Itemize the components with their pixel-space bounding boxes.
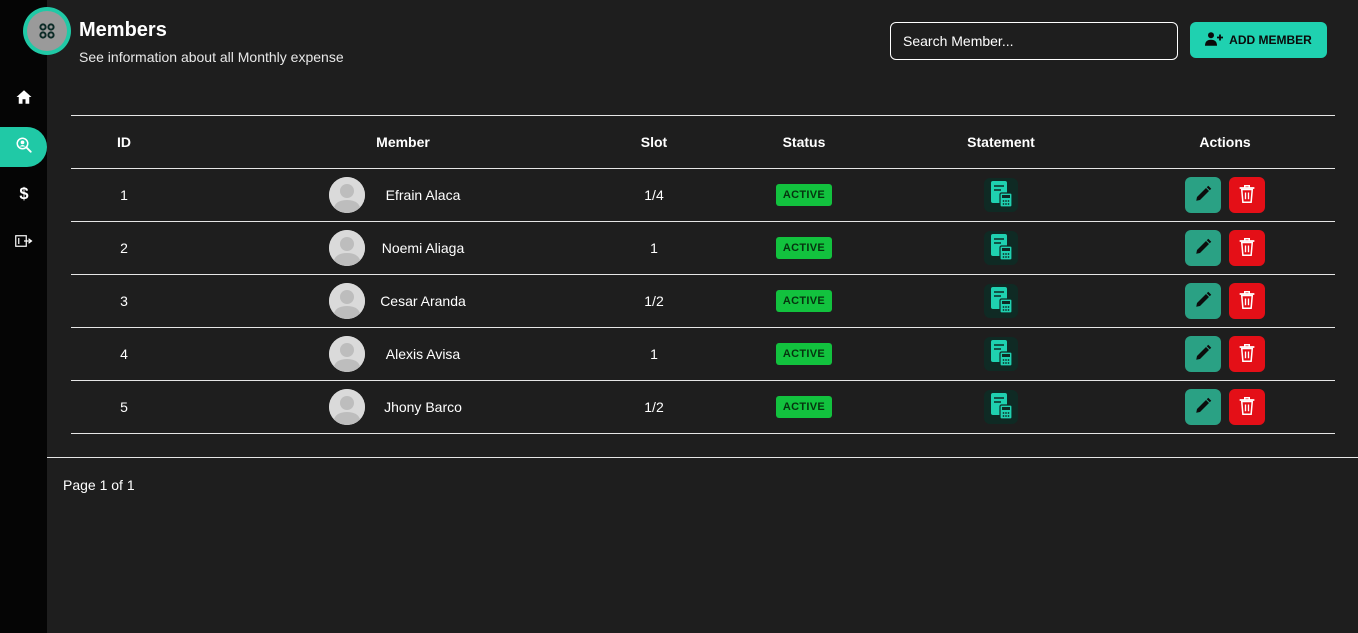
sidebar-item-members[interactable] <box>0 127 47 167</box>
member-id: 3 <box>120 293 128 309</box>
edit-button[interactable] <box>1185 230 1221 266</box>
column-header-status: Status <box>782 134 826 150</box>
member-name: Alexis Avisa <box>385 346 461 362</box>
pencil-icon <box>1194 291 1212 312</box>
member-name: Noemi Aliaga <box>381 240 465 256</box>
edit-button[interactable] <box>1185 283 1221 319</box>
status-badge: ACTIVE <box>775 343 833 365</box>
table-row: 3 Cesar Aranda 1/2 ACTIVE <box>71 275 1335 328</box>
table-row: 2 Noemi Aliaga 1 ACTIVE <box>71 222 1335 275</box>
table-row: 5 Jhony Barco 1/2 ACTIVE <box>71 381 1335 434</box>
edit-button[interactable] <box>1185 177 1221 213</box>
member-name: Jhony Barco <box>384 399 462 415</box>
status-badge: ACTIVE <box>775 184 833 206</box>
member-name: Efrain Alaca <box>385 187 461 203</box>
statement-calculator-icon <box>989 233 1013 264</box>
sidebar-item-home[interactable] <box>0 79 47 119</box>
statement-button[interactable] <box>984 284 1018 318</box>
pagination-label: Page 1 of 1 <box>63 477 135 493</box>
edit-button[interactable] <box>1185 389 1221 425</box>
trash-icon <box>1238 396 1256 419</box>
statement-calculator-icon <box>989 339 1013 370</box>
trash-icon <box>1238 184 1256 207</box>
dollar-icon: $ <box>15 183 33 208</box>
column-header-statement: Statement <box>967 134 1035 150</box>
avatar <box>329 283 365 319</box>
pencil-icon <box>1194 238 1212 259</box>
table-header-row: ID Member Slot Status Statement Actions <box>71 116 1335 169</box>
statement-calculator-icon <box>989 392 1013 423</box>
column-header-id: ID <box>117 134 131 150</box>
grid-icon <box>27 11 67 51</box>
member-id: 4 <box>120 346 128 362</box>
page-title: Members <box>79 19 167 41</box>
logout-icon <box>14 234 33 253</box>
status-badge: ACTIVE <box>775 396 833 418</box>
sidebar-item-expenses[interactable]: $ <box>0 175 47 215</box>
trash-icon <box>1238 290 1256 313</box>
member-slot: 1/2 <box>644 399 664 415</box>
delete-button[interactable] <box>1229 389 1265 425</box>
member-slot: 1 <box>650 240 658 256</box>
status-badge: ACTIVE <box>775 290 833 312</box>
column-header-member: Member <box>376 134 430 150</box>
avatar <box>329 230 365 266</box>
avatar <box>329 336 365 372</box>
statement-calculator-icon <box>989 286 1013 317</box>
add-member-button[interactable]: ADD MEMBER <box>1190 22 1327 58</box>
add-member-label: ADD MEMBER <box>1229 33 1312 47</box>
app-logo <box>23 7 71 55</box>
statement-button[interactable] <box>984 390 1018 424</box>
pencil-icon <box>1194 397 1212 418</box>
pencil-icon <box>1194 344 1212 365</box>
table-row: 4 Alexis Avisa 1 ACTIVE <box>71 328 1335 381</box>
member-id: 1 <box>120 187 128 203</box>
statement-button[interactable] <box>984 231 1018 265</box>
delete-button[interactable] <box>1229 283 1265 319</box>
table-row: 1 Efrain Alaca 1/4 ACTIVE <box>71 169 1335 222</box>
svg-text:$: $ <box>19 185 28 203</box>
column-header-slot: Slot <box>640 134 668 150</box>
page-subtitle: See information about all Monthly expens… <box>79 49 344 65</box>
avatar <box>329 177 365 213</box>
sidebar-item-logout[interactable] <box>0 223 47 263</box>
sidebar: $ <box>0 0 47 633</box>
column-header-actions: Actions <box>1199 134 1251 150</box>
trash-icon <box>1238 237 1256 260</box>
user-search-icon <box>15 136 33 159</box>
member-id: 2 <box>120 240 128 256</box>
member-slot: 1/4 <box>644 187 664 203</box>
status-badge: ACTIVE <box>775 237 833 259</box>
statement-button[interactable] <box>984 178 1018 212</box>
members-table: ID Member Slot Status Statement Actions … <box>71 115 1335 434</box>
add-user-icon <box>1205 31 1224 50</box>
member-id: 5 <box>120 399 128 415</box>
home-icon <box>15 88 33 111</box>
pencil-icon <box>1194 185 1212 206</box>
member-name: Cesar Aranda <box>380 293 466 309</box>
footer-divider <box>47 457 1358 458</box>
avatar <box>329 389 365 425</box>
delete-button[interactable] <box>1229 177 1265 213</box>
statement-button[interactable] <box>984 337 1018 371</box>
delete-button[interactable] <box>1229 230 1265 266</box>
member-slot: 1 <box>650 346 658 362</box>
edit-button[interactable] <box>1185 336 1221 372</box>
delete-button[interactable] <box>1229 336 1265 372</box>
member-slot: 1/2 <box>644 293 664 309</box>
statement-calculator-icon <box>989 180 1013 211</box>
trash-icon <box>1238 343 1256 366</box>
search-input[interactable] <box>890 22 1178 60</box>
